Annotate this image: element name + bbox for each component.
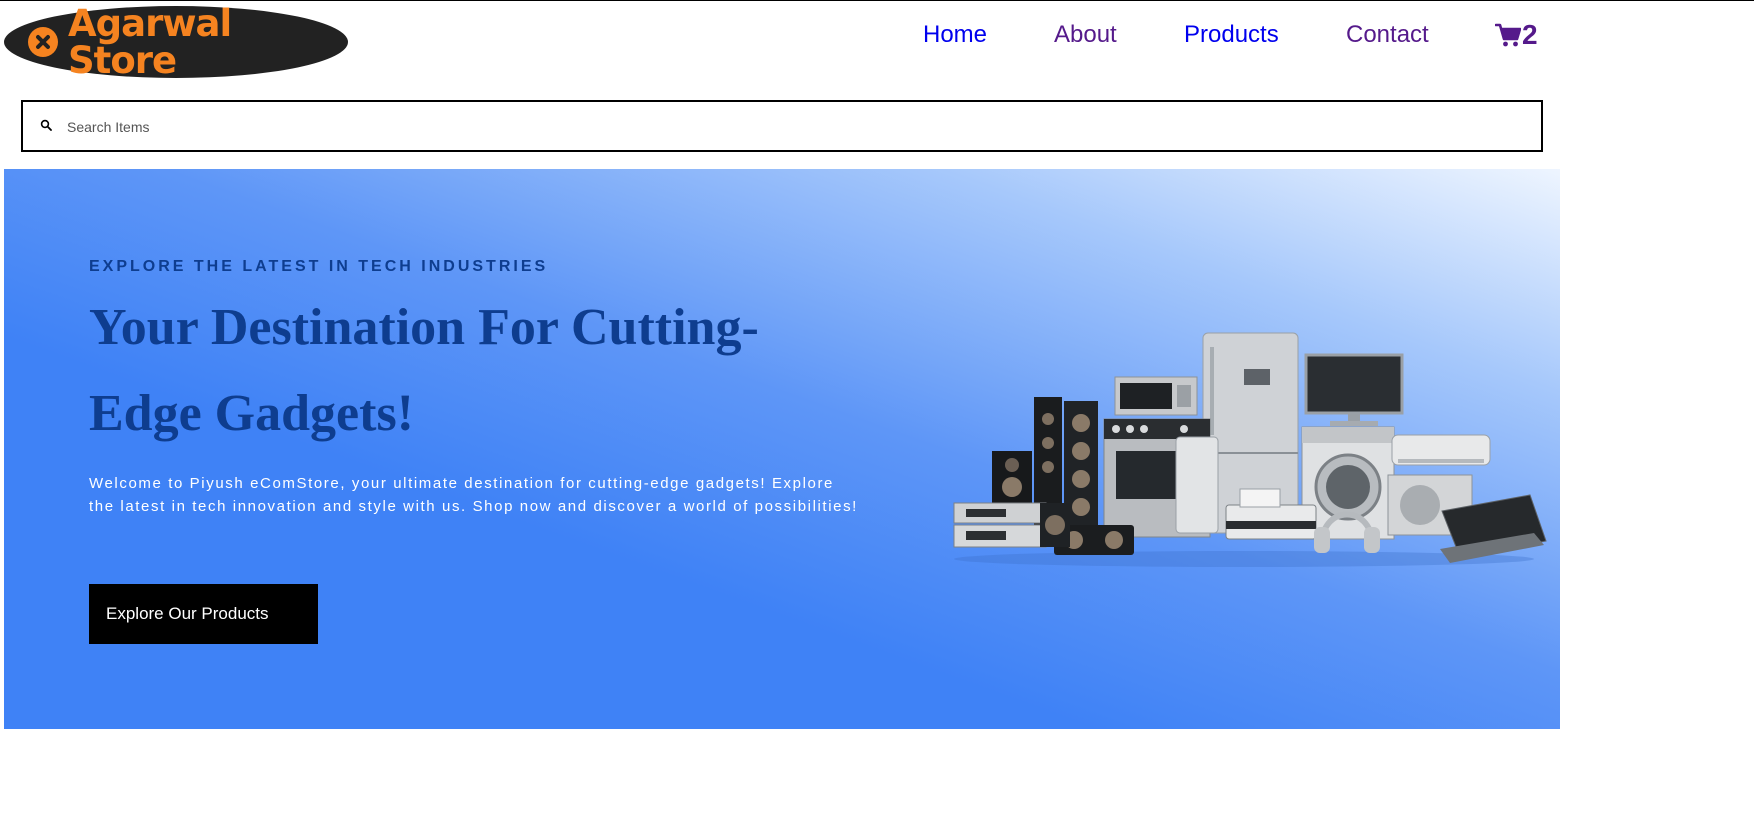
hero-headline: Your Destination For Cutting-Edge Gadget… xyxy=(89,299,759,442)
nav-products-link[interactable]: Products xyxy=(1184,21,1279,49)
hero-intro: Welcome to Piyush eComStore, your ultima… xyxy=(89,475,858,515)
store-logo[interactable]: Agarwal Store xyxy=(4,2,348,82)
search-input[interactable] xyxy=(67,115,1527,139)
cart-count-badge: 2 xyxy=(1522,19,1538,50)
nav-contact-link[interactable]: Contact xyxy=(1346,21,1429,49)
hero-section: EXPLORE THE LATEST IN TECH INDUSTRIES Yo… xyxy=(4,169,1560,729)
nav-home-link[interactable]: Home xyxy=(923,21,987,49)
cart-link[interactable]: 2 xyxy=(1495,19,1538,51)
explore-products-button[interactable]: Explore Our Products xyxy=(89,584,318,644)
nav-about-link[interactable]: About xyxy=(1054,21,1117,49)
hero-eyebrow: EXPLORE THE LATEST IN TECH INDUSTRIES xyxy=(89,258,549,275)
logo-mark-icon xyxy=(28,27,58,57)
electronics-appliances-image xyxy=(953,332,1547,567)
top-rule xyxy=(0,0,1754,1)
brand-name: Agarwal Store xyxy=(68,2,232,82)
search-bar xyxy=(21,100,1543,152)
shopping-cart-icon xyxy=(1495,23,1521,47)
search-icon xyxy=(40,119,52,131)
